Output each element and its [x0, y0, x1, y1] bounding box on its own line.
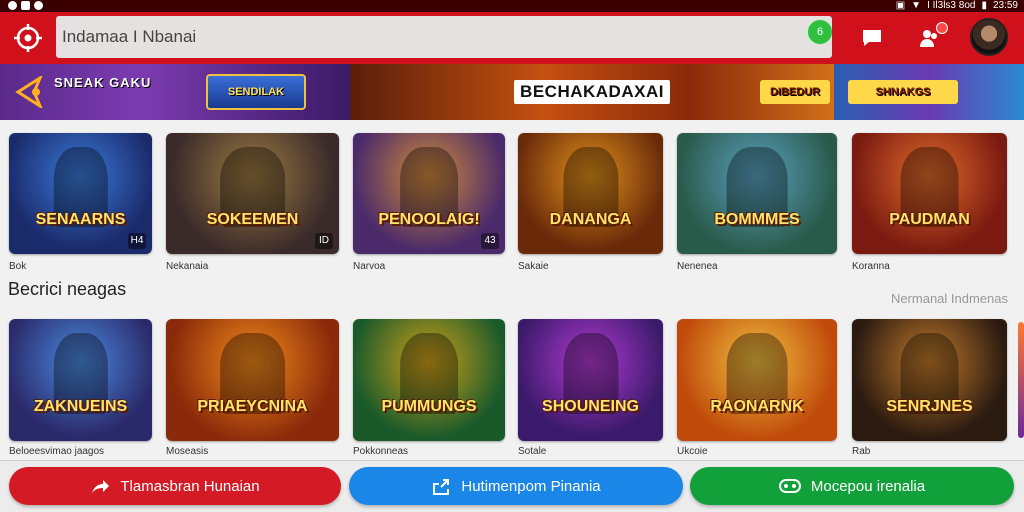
game-card[interactable]: PAUDMAN	[852, 133, 1007, 254]
primary-action-label: Tlamasbran Hunaian	[120, 477, 260, 495]
app-root: ▣ ▼ I Il3ls3 8od ▮ 23:59 Indamaa I Nbana…	[0, 0, 1024, 512]
bottom-action-bar: Tlamasbran Hunaian Hutimenpom Pinania Mo…	[0, 460, 1024, 512]
game-card-label[interactable]: Sotale	[518, 446, 546, 457]
game-card-corner-badge: H4	[128, 233, 146, 249]
game-card-label[interactable]: Beloeesvimao jaagos	[9, 446, 104, 457]
game-card-label[interactable]: Moseasis	[166, 446, 208, 457]
game-card-title: SHOUNEING	[542, 398, 639, 415]
banner-left-logo: SENDILAK	[206, 74, 306, 110]
game-card[interactable]: BOMMMES	[677, 133, 837, 254]
crosshair-logo-icon[interactable]	[12, 23, 44, 53]
status-bar: ▣ ▼ I Il3ls3 8od ▮ 23:59	[0, 0, 1024, 12]
banner-segment-right[interactable]: SHNAKGS	[834, 64, 1024, 120]
status-text: I Il3ls3 8od	[927, 0, 976, 11]
top-app-bar: Indamaa I Nbanai 6	[0, 12, 1024, 64]
banner-segment-center[interactable]: BECHAKADAXAI DIBEDUR	[350, 64, 834, 120]
game-card-title: SOKEEMEN	[206, 211, 299, 228]
game-card-label[interactable]: Nenenea	[677, 261, 718, 272]
banner-right-logo: SHNAKGS	[848, 80, 958, 104]
game-card-title: PUMMUNGS	[381, 398, 477, 415]
game-card-label[interactable]: Bok	[9, 261, 26, 272]
game-card[interactable]: SENAARNS H4	[9, 133, 152, 254]
game-card-corner-badge: ID	[315, 233, 333, 249]
notification-dot-icon	[8, 1, 17, 10]
game-card-label[interactable]: Sakaie	[518, 261, 549, 272]
game-card-label[interactable]: Koranna	[852, 261, 890, 272]
game-logo-icon	[15, 76, 43, 108]
status-time: 23:59	[992, 0, 1018, 11]
game-card[interactable]: SOKEEMEN ID	[166, 133, 339, 254]
game-card-title: ZAKNUEINS	[33, 398, 128, 415]
status-icons-right: ▣ ▼ I Il3ls3 8od ▮ 23:59	[896, 0, 1018, 12]
game-card[interactable]: SENRJNES	[852, 319, 1007, 441]
promo-banner[interactable]: SNEAK GAKU SENDILAK BECHAKADAXAI DIBEDUR…	[0, 64, 1024, 120]
app-status-icon	[21, 1, 30, 10]
game-card[interactable]: DANANGA	[518, 133, 663, 254]
banner-segment-left[interactable]: SNEAK GAKU SENDILAK	[0, 64, 350, 120]
export-icon	[433, 479, 450, 495]
game-card-title: PRIAEYCNINA	[197, 398, 308, 415]
secondary-action-button[interactable]: Hutimenpom Pinania	[349, 467, 683, 505]
banner-left-text: SNEAK GAKU	[54, 75, 152, 90]
avatar[interactable]	[970, 18, 1008, 56]
game-card-label[interactable]: Pokkonneas	[353, 446, 408, 457]
game-card-title: BOMMMES	[714, 211, 800, 228]
recording-icon	[34, 1, 43, 10]
secondary-action-label: Hutimenpom Pinania	[461, 477, 601, 495]
share-icon	[92, 480, 110, 493]
notification-count-badge: 6	[808, 20, 832, 44]
status-icons-left	[8, 1, 43, 10]
game-card[interactable]: PENOOLAIG! 43	[353, 133, 505, 254]
game-card[interactable]: ZAKNUEINS	[9, 319, 152, 441]
game-card-label[interactable]: Nekanaia	[166, 261, 208, 272]
game-card[interactable]: SHOUNEING	[518, 319, 663, 441]
game-card-title: RAONARNK	[710, 398, 804, 415]
section-title: Becrici neagas	[8, 279, 127, 299]
game-card-title: SENRJNES	[886, 398, 973, 415]
game-card-label[interactable]: Narvoa	[353, 261, 385, 272]
game-card-title: PENOOLAIG!	[378, 211, 480, 228]
game-card-title: DANANGA	[549, 211, 632, 228]
game-card-title: PAUDMAN	[889, 211, 970, 228]
alert-dot-icon	[936, 22, 948, 34]
banner-center-badge: DIBEDUR	[760, 80, 830, 104]
game-card-label[interactable]: Rab	[852, 446, 870, 457]
primary-action-button[interactable]: Tlamasbran Hunaian	[9, 467, 341, 505]
game-card[interactable]: RAONARNK	[677, 319, 837, 441]
battery-icon: ▮	[981, 0, 987, 11]
next-card-peek[interactable]	[1018, 322, 1024, 438]
wifi-icon: ▼	[911, 0, 922, 11]
vibrate-icon: ▣	[895, 0, 906, 11]
game-card-corner-badge: 43	[481, 233, 499, 249]
game-card-title: SENAARNS	[35, 211, 126, 228]
banner-title: BECHAKADAXAI	[514, 80, 670, 104]
tertiary-action-label: Mocepou irenalia	[810, 477, 926, 495]
search-input-value: Indamaa I Nbanai	[62, 27, 197, 46]
section-see-all-link[interactable]: Nermanal Indmenas	[891, 291, 1008, 306]
tertiary-action-button[interactable]: Mocepou irenalia	[690, 467, 1014, 505]
message-icon[interactable]	[860, 26, 884, 50]
game-card-label[interactable]: Ukcoie	[677, 446, 708, 457]
game-card[interactable]: PUMMUNGS	[353, 319, 505, 441]
game-card[interactable]: PRIAEYCNINA	[166, 319, 339, 441]
controller-icon	[778, 479, 801, 493]
search-input[interactable]: Indamaa I Nbanai	[56, 16, 832, 58]
